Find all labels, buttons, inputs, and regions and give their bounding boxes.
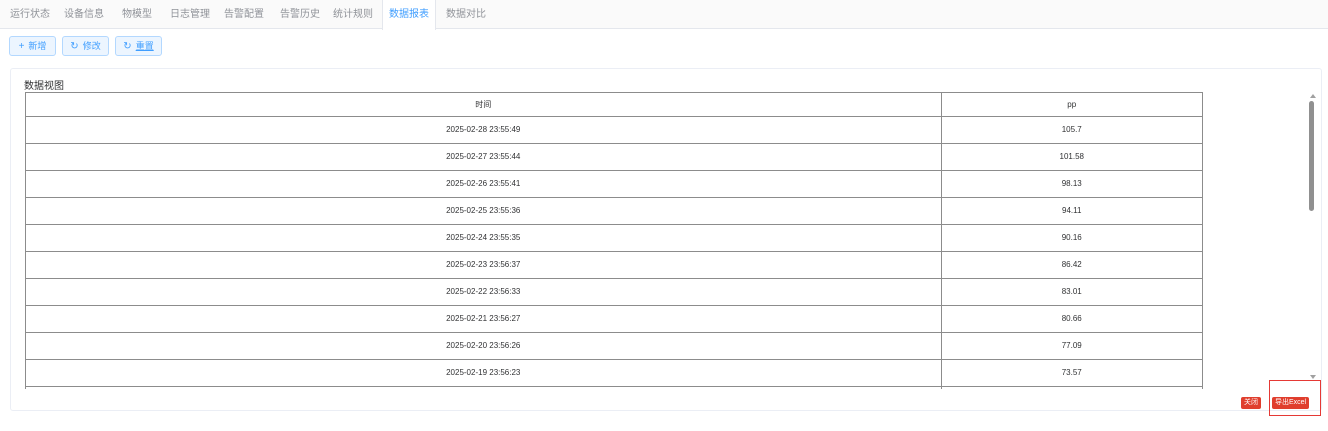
plus-icon: + bbox=[18, 41, 25, 52]
cell-pp: 94.11 bbox=[941, 197, 1202, 225]
cell-time: 2025-02-27 23:55:44 bbox=[26, 143, 942, 171]
cell-time: 2025-02-23 23:56:37 bbox=[26, 251, 942, 279]
table-row bbox=[26, 386, 1202, 389]
tab-alarm-config[interactable]: 告警配置 bbox=[218, 0, 270, 29]
cell-pp: 80.66 bbox=[941, 305, 1202, 333]
vertical-scrollbar[interactable] bbox=[1308, 91, 1320, 381]
cell-pp: 86.42 bbox=[941, 251, 1202, 279]
close-button[interactable]: 关闭 bbox=[1241, 397, 1261, 409]
cell-pp: 77.09 bbox=[941, 332, 1202, 360]
scrollbar-thumb[interactable] bbox=[1309, 101, 1314, 211]
cell-pp: 105.7 bbox=[941, 116, 1202, 144]
cell-time: 2025-02-19 23:56:23 bbox=[26, 359, 942, 387]
tab-run-status[interactable]: 运行状态 bbox=[6, 0, 54, 29]
cell-time: 2025-02-21 23:56:27 bbox=[26, 305, 942, 333]
table-row: 2025-02-26 23:55:41 98.13 bbox=[26, 170, 1202, 198]
cell-time: 2025-02-24 23:55:35 bbox=[26, 224, 942, 252]
reset-button[interactable]: ↻ 重置 bbox=[115, 36, 162, 56]
table-row: 2025-02-19 23:56:23 73.57 bbox=[26, 359, 1202, 387]
table-row: 2025-02-27 23:55:44 101.58 bbox=[26, 143, 1202, 171]
table-row: 2025-02-21 23:56:27 80.66 bbox=[26, 305, 1202, 333]
cell-time: 2025-02-20 23:56:26 bbox=[26, 332, 942, 360]
cell-time: 2025-02-28 23:55:49 bbox=[26, 116, 942, 144]
cell-pp: 83.01 bbox=[941, 278, 1202, 306]
tab-alarm-history[interactable]: 告警历史 bbox=[274, 0, 326, 29]
tab-bar: 运行状态 设备信息 物模型 日志管理 告警配置 告警历史 统计规则 数据报表 数… bbox=[0, 0, 1328, 30]
cell-time: 2025-02-25 23:55:36 bbox=[26, 197, 942, 225]
tab-device-info[interactable]: 设备信息 bbox=[58, 0, 110, 29]
cell-pp: 98.13 bbox=[941, 170, 1202, 198]
table-row: 2025-02-20 23:56:26 77.09 bbox=[26, 332, 1202, 360]
table-row: 2025-02-25 23:55:36 94.11 bbox=[26, 197, 1202, 225]
export-excel-button[interactable]: 导出Excel bbox=[1272, 397, 1310, 409]
scroll-down-arrow-icon[interactable] bbox=[1310, 375, 1316, 379]
table-header-row: 时间 pp bbox=[26, 93, 1202, 117]
table-row: 2025-02-23 23:56:37 86.42 bbox=[26, 251, 1202, 279]
cell-time: 2025-02-26 23:55:41 bbox=[26, 170, 942, 198]
panel-title: 数据视图 bbox=[24, 81, 64, 92]
refresh-icon: ↻ bbox=[123, 41, 132, 52]
tab-data-report[interactable]: 数据报表 bbox=[382, 0, 436, 30]
table-row: 2025-02-24 23:55:35 90.16 bbox=[26, 224, 1202, 252]
column-header-pp: pp bbox=[941, 93, 1202, 117]
cell-time bbox=[26, 386, 942, 389]
toolbar: + 新增 ↻ 修改 ↻ 重置 bbox=[0, 36, 400, 56]
table-row: 2025-02-28 23:55:49 105.7 bbox=[26, 116, 1202, 144]
cell-pp bbox=[941, 386, 1202, 389]
tab-thing-model[interactable]: 物模型 bbox=[114, 0, 160, 29]
scroll-up-arrow-icon[interactable] bbox=[1310, 94, 1316, 98]
edit-button[interactable]: ↻ 修改 bbox=[62, 36, 109, 56]
data-table: 时间 pp 2025-02-28 23:55:49 105.7 2025-02-… bbox=[25, 92, 1203, 389]
cell-time: 2025-02-22 23:56:33 bbox=[26, 278, 942, 306]
cell-pp: 101.58 bbox=[941, 143, 1202, 171]
table-row: 2025-02-22 23:56:33 83.01 bbox=[26, 278, 1202, 306]
tab-data-compare[interactable]: 数据对比 bbox=[440, 0, 492, 29]
tab-stat-rules[interactable]: 统计规则 bbox=[328, 0, 378, 29]
column-header-time: 时间 bbox=[26, 93, 942, 117]
refresh-icon: ↻ bbox=[70, 41, 79, 52]
tab-log-management[interactable]: 日志管理 bbox=[164, 0, 216, 29]
cell-pp: 73.57 bbox=[941, 359, 1202, 387]
cell-pp: 90.16 bbox=[941, 224, 1202, 252]
add-button[interactable]: + 新增 bbox=[9, 36, 56, 56]
data-view-panel: 数据视图 时间 pp 2025-02-28 23:55:49 105.7 202… bbox=[10, 68, 1322, 411]
